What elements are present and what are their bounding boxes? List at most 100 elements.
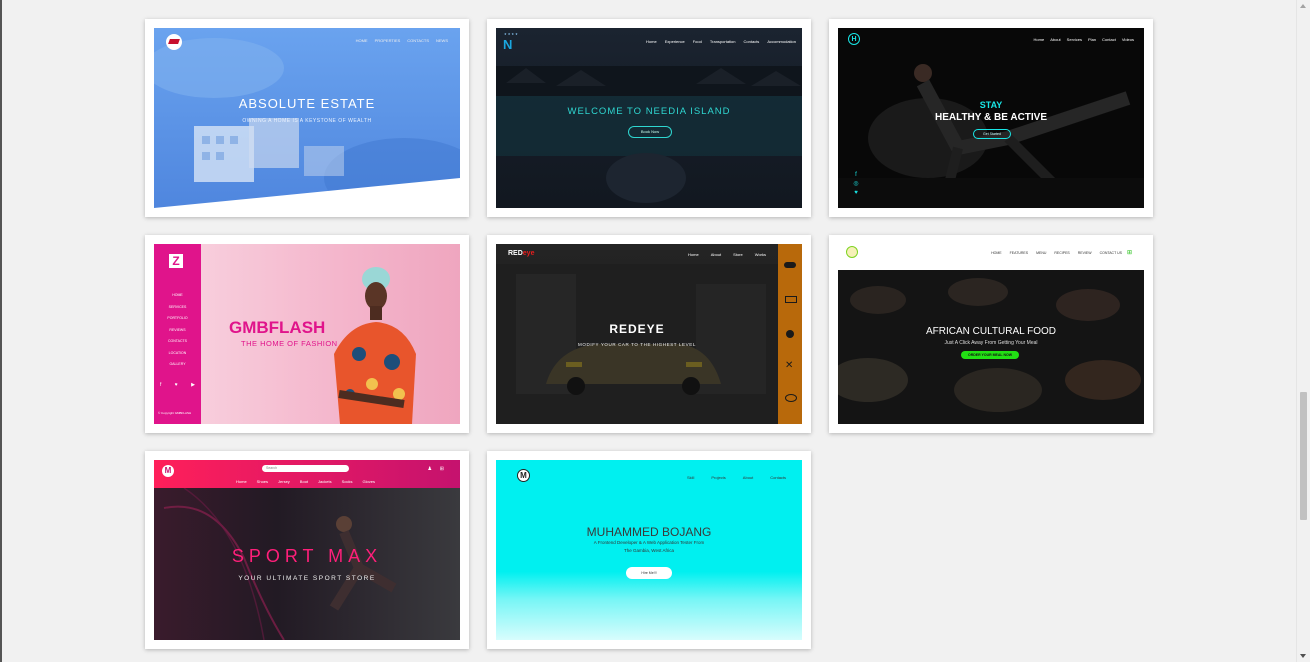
nav-link[interactable]: Shoes xyxy=(257,479,268,484)
scroll-down-arrow-icon[interactable] xyxy=(1300,654,1306,658)
page-scrollbar[interactable] xyxy=(1296,0,1310,662)
portfolio-logo[interactable]: M xyxy=(517,469,530,482)
sport-subtitle: YOUR ULTIMATE SPORT STORE xyxy=(238,575,376,582)
nav-link[interactable]: HOME xyxy=(991,251,1002,255)
food-hero: AFRICAN CULTURAL FOOD Just A Click Away … xyxy=(838,270,1144,424)
nav-link[interactable]: Works xyxy=(755,252,766,257)
stars-icon: ★★★★ xyxy=(504,32,519,36)
portfolio-subtitle-line1: A Frontend Developer & A Web Application… xyxy=(593,540,705,545)
nav-link[interactable]: NEWS xyxy=(436,38,448,43)
food-title: AFRICAN CULTURAL FOOD xyxy=(925,326,1056,337)
portfolio-subtitle-line2: The Gambia, West Africa xyxy=(624,548,674,553)
car-brand-icon[interactable] xyxy=(785,296,797,303)
stay-nav: Home About Services Plan Contact Videos xyxy=(1034,37,1134,42)
project-screenshot: REDeye Home About Store Works ✕ REDEYE M… xyxy=(496,244,802,424)
car-brand-icon[interactable] xyxy=(786,330,794,338)
nav-link[interactable]: Home xyxy=(646,39,657,44)
project-card-muhammed-bojang[interactable]: M Skill Projects About Contacts MUHAMMED… xyxy=(487,451,811,649)
estate-title: ABSOLUTE ESTATE xyxy=(238,96,376,111)
nav-link[interactable]: FEATURES xyxy=(1010,251,1028,255)
project-card-redeye[interactable]: REDeye Home About Store Works ✕ REDEYE M… xyxy=(487,235,811,433)
nav-link[interactable]: Skill xyxy=(687,475,694,480)
scrollbar-thumb[interactable] xyxy=(1300,392,1307,520)
twitter-icon[interactable]: ♥ xyxy=(853,189,859,198)
nav-link[interactable]: RECIPES xyxy=(1054,251,1069,255)
project-screenshot: HOME PROPERTIES CONTACTS NEWS ABSOLUTE E… xyxy=(154,28,460,208)
project-card-african-food[interactable]: HOME FEATURES MENU RECIPES REVIEW CONTAC… xyxy=(829,235,1153,433)
food-header: HOME FEATURES MENU RECIPES REVIEW CONTAC… xyxy=(838,244,1144,270)
food-logo[interactable] xyxy=(846,246,858,258)
logo-part-red: RED xyxy=(508,250,523,257)
brand-sidebar: ✕ xyxy=(778,244,802,424)
scroll-up-arrow-icon[interactable] xyxy=(1300,4,1306,8)
nav-link[interactable]: Projects xyxy=(711,475,725,480)
nav-link[interactable]: Accommodation xyxy=(767,39,796,44)
nav-link[interactable]: Home xyxy=(688,252,699,257)
nav-link[interactable]: Services xyxy=(1067,37,1082,42)
redeye-logo[interactable]: REDeye xyxy=(508,250,534,257)
nav-link[interactable]: HOME xyxy=(356,38,368,43)
nav-link[interactable]: REVIEW xyxy=(1078,251,1092,255)
redeye-subtitle: MODIFY YOUR CAR TO THE HIGHEST LEVEL xyxy=(578,342,696,347)
nav-link[interactable]: MENU xyxy=(1036,251,1046,255)
nav-link[interactable]: Jackets xyxy=(318,479,332,484)
nav-link[interactable]: Videos xyxy=(1122,37,1134,42)
nav-link[interactable]: Experience xyxy=(665,39,685,44)
jaguar-icon[interactable] xyxy=(784,262,796,268)
facebook-icon[interactable]: f xyxy=(853,171,859,180)
nav-link[interactable]: Boot xyxy=(300,479,308,484)
nav-link[interactable]: Contacts xyxy=(744,39,760,44)
nav-link[interactable]: Home xyxy=(236,479,247,484)
nav-link[interactable]: About xyxy=(1050,37,1060,42)
nav-link[interactable]: Contacts xyxy=(770,475,786,480)
nav-link[interactable]: Home xyxy=(1034,37,1045,42)
nav-link[interactable]: Transportation xyxy=(710,39,736,44)
estate-nav: HOME PROPERTIES CONTACTS NEWS xyxy=(356,38,448,43)
nav-link[interactable]: Gloves xyxy=(363,479,375,484)
stay-logo[interactable]: H xyxy=(848,33,860,45)
project-card-stay-healthy[interactable]: H Home About Services Plan Contact Video… xyxy=(829,19,1153,217)
project-card-needia-island[interactable]: ★★★★ N Home Experience Food Transportati… xyxy=(487,19,811,217)
nav-link[interactable]: Socks xyxy=(342,479,353,484)
window-left-edge xyxy=(0,0,2,662)
nav-link[interactable]: About xyxy=(711,252,721,257)
project-screenshot: M Search ♟ ⊞ Home Shoes Jersey Boot Jack… xyxy=(154,460,460,640)
nav-link[interactable]: CONTACT US xyxy=(1100,251,1122,255)
mazda-icon[interactable] xyxy=(785,394,797,402)
book-now-button[interactable]: Book Now xyxy=(628,126,672,138)
cart-icon[interactable]: ⊞ xyxy=(440,466,444,472)
chevrolet-icon[interactable]: ✕ xyxy=(785,360,793,371)
project-screenshot: Z HOME SERVICES PORTFOLIO REVIEWS CONTAC… xyxy=(154,244,460,424)
project-screenshot: HOME FEATURES MENU RECIPES REVIEW CONTAC… xyxy=(838,244,1144,424)
estate-logo[interactable] xyxy=(166,34,182,50)
sport-logo[interactable]: M xyxy=(162,465,174,477)
nav-link[interactable]: PROPERTIES xyxy=(375,38,401,43)
nav-link[interactable]: Contact xyxy=(1102,37,1116,42)
project-card-gmbflash[interactable]: Z HOME SERVICES PORTFOLIO REVIEWS CONTAC… xyxy=(145,235,469,433)
nav-link[interactable]: About xyxy=(743,475,753,480)
nav-link[interactable]: Store xyxy=(733,252,743,257)
nav-link[interactable]: Food xyxy=(693,39,702,44)
nav-link[interactable]: Jersey xyxy=(278,479,290,484)
needia-logo[interactable]: N xyxy=(503,37,512,52)
needia-nav: Home Experience Food Transportation Cont… xyxy=(646,39,796,44)
nav-link[interactable]: CONTACTS xyxy=(407,38,429,43)
nav-link[interactable]: Plan xyxy=(1088,37,1096,42)
search-input[interactable]: Search xyxy=(262,465,349,472)
food-subtitle: Just A Click Away From Getting Your Meal xyxy=(944,340,1038,346)
project-card-absolute-estate[interactable]: HOME PROPERTIES CONTACTS NEWS ABSOLUTE E… xyxy=(145,19,469,217)
order-meal-button[interactable]: ORDER YOUR MEAL NOW xyxy=(961,351,1019,359)
cart-icon[interactable]: ⊞ xyxy=(1127,249,1132,256)
estate-subtitle: OWNING A HOME IS A KEYSTONE OF WEALTH xyxy=(242,118,372,124)
user-icon[interactable]: ♟ xyxy=(428,466,432,472)
project-screenshot: M Skill Projects About Contacts MUHAMMED… xyxy=(496,460,802,640)
instagram-icon[interactable]: ◎ xyxy=(853,180,859,189)
food-nav: HOME FEATURES MENU RECIPES REVIEW CONTAC… xyxy=(991,251,1122,255)
logo-part-eye: eye xyxy=(522,250,535,257)
portfolio-title: MUHAMMED BOJANG xyxy=(586,525,712,539)
get-started-button[interactable]: Get Started xyxy=(973,129,1011,139)
stay-title: HEALTHY & BE ACTIVE xyxy=(934,112,1048,123)
hire-me-button[interactable]: Hire Me!!! xyxy=(626,567,672,579)
project-card-sport-max[interactable]: M Search ♟ ⊞ Home Shoes Jersey Boot Jack… xyxy=(145,451,469,649)
social-links: f ◎ ♥ xyxy=(853,171,859,198)
